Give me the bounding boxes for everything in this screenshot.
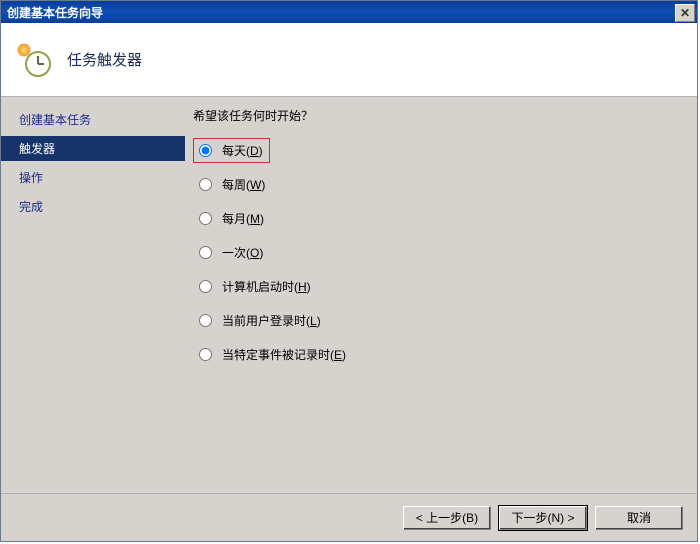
sidebar-item-finish[interactable]: 完成 (11, 194, 185, 219)
wizard-body: 创建基本任务 触发器 操作 完成 希望该任务何时开始？ 每天(D) 每周(W) 每月… (1, 97, 697, 493)
window-title: 创建基本任务向导 (7, 4, 103, 21)
sidebar-item-create-task[interactable]: 创建基本任务 (11, 107, 185, 132)
trigger-radio[interactable] (199, 280, 212, 293)
content-pane: 希望该任务何时开始？ 每天(D) 每周(W) 每月(M) 一次(O) 计算机启动时(H)… (185, 97, 697, 493)
trigger-option[interactable]: 当特定事件被记录时(E) (193, 342, 681, 367)
trigger-option-label: 每周(W) (222, 176, 265, 193)
trigger-option-label: 每月(M) (222, 210, 264, 227)
trigger-option-label: 当前用户登录时(L) (222, 312, 321, 329)
footer: < 上一步(B) 下一步(N) > 取消 (1, 493, 697, 541)
sidebar: 创建基本任务 触发器 操作 完成 (1, 97, 185, 493)
trigger-option[interactable]: 计算机启动时(H) (193, 274, 681, 299)
next-button[interactable]: 下一步(N) > (499, 506, 587, 530)
trigger-radio[interactable] (199, 144, 212, 157)
trigger-option-label: 一次(O) (222, 244, 263, 261)
trigger-option[interactable]: 一次(O) (193, 240, 681, 265)
trigger-option-label: 每天(D) (222, 142, 263, 159)
titlebar: 创建基本任务向导 ✕ (1, 1, 697, 23)
sidebar-item-label: 完成 (19, 200, 43, 214)
question-label: 希望该任务何时开始？ (193, 107, 681, 124)
back-button[interactable]: < 上一步(B) (403, 506, 491, 530)
trigger-option-label: 计算机启动时(H) (222, 278, 311, 295)
wizard-header: 任务触发器 (1, 23, 697, 97)
wizard-clock-icon (17, 43, 51, 77)
sidebar-item-label: 操作 (19, 171, 43, 185)
trigger-option-label: 当特定事件被记录时(E) (222, 346, 346, 363)
trigger-option[interactable]: 每周(W) (193, 172, 681, 197)
page-title: 任务触发器 (67, 49, 142, 70)
wizard-window: 创建基本任务向导 ✕ 任务触发器 创建基本任务 触发器 操作 完成 (0, 0, 698, 542)
trigger-radio[interactable] (199, 246, 212, 259)
trigger-option[interactable]: 每天(D) (193, 138, 270, 163)
sidebar-item-trigger[interactable]: 触发器 (1, 136, 185, 161)
trigger-option[interactable]: 当前用户登录时(L) (193, 308, 681, 333)
trigger-option[interactable]: 每月(M) (193, 206, 681, 231)
trigger-radio[interactable] (199, 178, 212, 191)
cancel-button[interactable]: 取消 (595, 506, 683, 530)
sidebar-item-label: 创建基本任务 (19, 113, 91, 127)
close-icon: ✕ (680, 6, 690, 20)
trigger-radio[interactable] (199, 212, 212, 225)
close-button[interactable]: ✕ (675, 4, 695, 22)
trigger-radio[interactable] (199, 314, 212, 327)
sidebar-item-action[interactable]: 操作 (11, 165, 185, 190)
trigger-options: 每天(D) 每周(W) 每月(M) 一次(O) 计算机启动时(H) 当前用户登录时(L) 当… (193, 138, 681, 367)
trigger-radio[interactable] (199, 348, 212, 361)
sidebar-item-label: 触发器 (19, 142, 55, 156)
